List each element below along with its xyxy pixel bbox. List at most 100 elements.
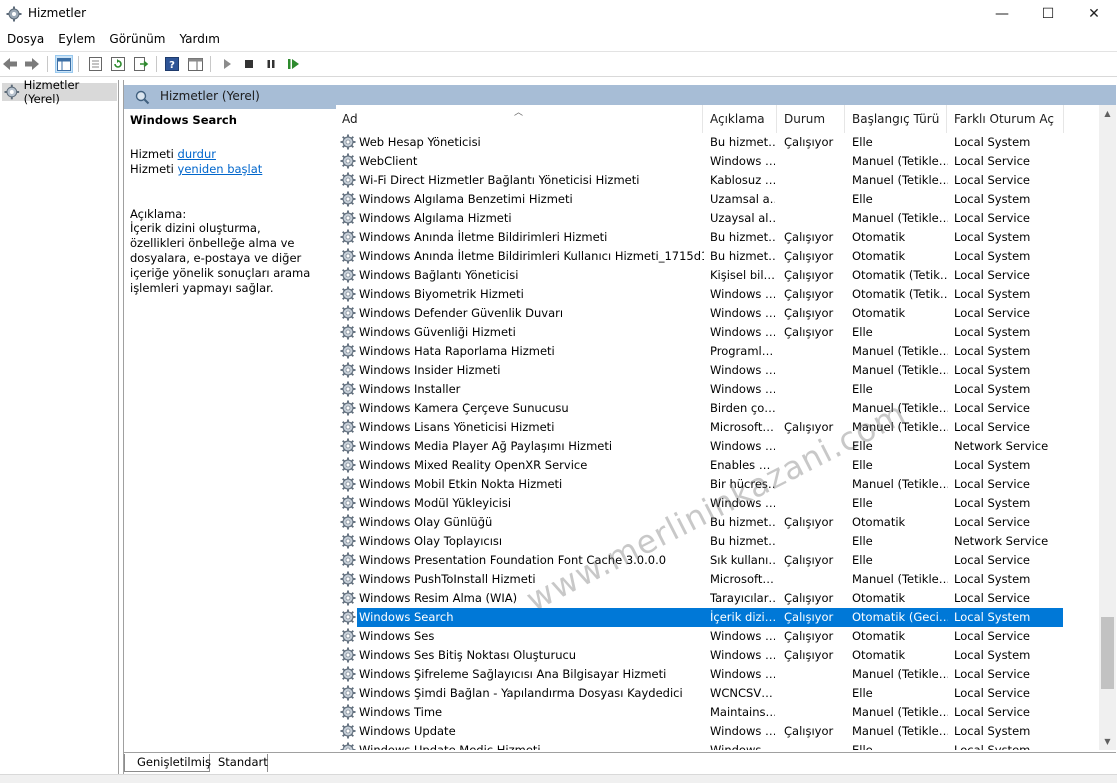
table-row[interactable]: Windows Update Windows … Çalışıyor Manuel (… <box>336 722 1101 741</box>
tab-standard[interactable]: Standart <box>212 754 268 772</box>
cell-name: Windows Media Player Ağ Paylaşımı Hizmet… <box>359 439 613 453</box>
table-row[interactable]: Windows Algılama Hizmeti Uzaysal al… Manue… <box>336 209 1101 228</box>
menu-yardim[interactable]: Yardım <box>172 30 226 50</box>
tree-item-services-local[interactable]: Hizmetler (Yerel) <box>2 78 117 106</box>
properties-icon[interactable] <box>86 55 104 73</box>
service-gear-icon <box>340 628 356 644</box>
svg-text:?: ? <box>169 60 175 71</box>
stop-service-link[interactable]: durdur <box>178 147 216 161</box>
table-row[interactable]: Windows Biyometrik Hizmeti Windows … Çalış… <box>336 285 1101 304</box>
cell-name: Windows Olay Günlüğü <box>359 515 493 529</box>
table-row[interactable]: Windows Presentation Foundation Font Cac… <box>336 551 1101 570</box>
table-row[interactable]: Wi-Fi Direct Hizmetler Bağlantı Yönetici… <box>336 171 1101 190</box>
table-row[interactable]: Windows Mixed Reality OpenXR Service Enab… <box>336 456 1101 475</box>
table-row[interactable]: Windows Resim Alma (WIA) Tarayıcılar… Çalı… <box>336 589 1101 608</box>
export-list-icon[interactable] <box>132 55 150 73</box>
column-divider[interactable] <box>844 105 845 133</box>
column-divider[interactable] <box>1063 105 1064 133</box>
table-row[interactable]: Windows Hata Raporlama Hizmeti Programl… M… <box>336 342 1101 361</box>
table-row[interactable]: Windows Kamera Çerçeve Sunucusu Birden ço… <box>336 399 1101 418</box>
table-row[interactable]: Windows Algılama Benzetimi Hizmeti Uzamsa… <box>336 190 1101 209</box>
pause-service-icon[interactable] <box>262 55 280 73</box>
restart-service-link[interactable]: yeniden başlat <box>178 162 263 176</box>
table-row[interactable]: Windows Ses Windows … Çalışıyor Otomatik Loc… <box>336 627 1101 646</box>
show-hide-icon[interactable] <box>186 55 204 73</box>
table-row[interactable]: Windows Güvenliği Hizmeti Windows … Çalışı… <box>336 323 1101 342</box>
action-prefix: Hizmeti <box>130 162 178 176</box>
column-header-status[interactable]: Durum <box>784 112 825 126</box>
column-divider[interactable] <box>776 105 777 133</box>
close-button[interactable]: ✕ <box>1071 0 1117 28</box>
column-divider[interactable] <box>946 105 947 133</box>
column-header-log-on-as[interactable]: Farklı Oturum Aç <box>954 112 1054 126</box>
table-row[interactable]: Windows Defender Güvenlik Duvarı Windows … <box>336 304 1101 323</box>
stop-service-icon[interactable] <box>240 55 258 73</box>
start-service-icon[interactable] <box>218 55 236 73</box>
menu-dosya[interactable]: Dosya <box>0 30 51 50</box>
scroll-up-icon[interactable]: ▲ <box>1099 105 1116 122</box>
table-row-selected[interactable]: Windows Search İçerik dizi… Çalışıyor Otoma… <box>336 608 1101 627</box>
cell-name: Windows Ses <box>359 629 435 643</box>
cell-name: Windows Bağlantı Yöneticisi <box>359 268 519 282</box>
column-header-name[interactable]: Ad <box>342 112 358 126</box>
table-row[interactable]: Windows Modül Yükleyicisi Windows … Elle Lo… <box>336 494 1101 513</box>
table-row[interactable]: Windows Insider Hizmeti Windows … Manuel (… <box>336 361 1101 380</box>
help-icon[interactable]: ? <box>163 55 181 73</box>
vertical-scrollbar[interactable]: ▲ ▼ <box>1099 105 1116 750</box>
column-header-startup-type[interactable]: Başlangıç Türü <box>852 112 939 126</box>
refresh-icon[interactable] <box>109 55 127 73</box>
menu-eylem[interactable]: Eylem <box>51 30 102 50</box>
minimize-button[interactable]: — <box>979 0 1025 28</box>
maximize-button[interactable]: ☐ <box>1025 0 1071 28</box>
table-row[interactable]: Windows Şimdi Bağlan - Yapılandırma Dosy… <box>336 684 1101 703</box>
cell-description: Windows … <box>710 648 775 662</box>
column-header-description[interactable]: Açıklama <box>710 112 765 126</box>
column-divider[interactable] <box>702 105 703 133</box>
service-gear-icon <box>340 400 356 416</box>
service-gear-icon <box>340 609 356 625</box>
table-row[interactable]: Windows Olay Günlüğü Bu hizmet… Çalışıyor O… <box>336 513 1101 532</box>
service-gear-icon <box>340 267 356 283</box>
table-row[interactable]: Windows Mobil Etkin Nokta Hizmeti Bir hüc… <box>336 475 1101 494</box>
table-row[interactable]: Windows Anında İletme Bildirimleri Kulla… <box>336 247 1101 266</box>
table-row[interactable]: Windows Time Maintains… Manuel (Tetikle… Lo… <box>336 703 1101 722</box>
table-row[interactable]: Web Hesap Yöneticisi Bu hizmet… Çalışıyor E… <box>336 133 1101 152</box>
service-gear-icon <box>340 723 356 739</box>
scroll-down-icon[interactable]: ▼ <box>1099 733 1116 750</box>
table-row[interactable]: WebClient Windows … Manuel (Tetikle… Local … <box>336 152 1101 171</box>
restart-service-icon[interactable] <box>285 55 303 73</box>
table-row[interactable]: Windows Ses Bitiş Noktası Oluşturucu Wind… <box>336 646 1101 665</box>
console-tree-icon[interactable] <box>55 55 73 73</box>
cell-description: Kişisel bil… <box>710 268 775 282</box>
tab-extended[interactable]: Genişletilmiş <box>124 754 211 772</box>
table-row[interactable]: Windows Lisans Yöneticisi Hizmeti Microso… <box>336 418 1101 437</box>
table-row[interactable]: Windows PushToInstall Hizmeti Microsoft… M… <box>336 570 1101 589</box>
table-row[interactable]: Windows Anında İletme Bildirimleri Hizme… <box>336 228 1101 247</box>
service-gear-icon <box>340 742 356 750</box>
forward-icon[interactable] <box>23 55 41 73</box>
back-icon[interactable] <box>1 55 19 73</box>
cell-description: İçerik dizi… <box>710 610 775 624</box>
cell-startup-type: Elle <box>852 135 873 149</box>
table-row[interactable]: Windows Olay Toplayıcısı Bu hizmet… Elle Ne… <box>336 532 1101 551</box>
table-row[interactable]: Windows Bağlantı Yöneticisi Kişisel bil… Ç… <box>336 266 1101 285</box>
menu-divider <box>0 51 1117 52</box>
cell-description: Birden ço… <box>710 401 775 415</box>
table-row[interactable]: Windows Update Medic Hizmeti Windows … Ell… <box>336 741 1101 750</box>
cell-startup-type: Otomatik <box>852 591 906 605</box>
cell-status: Çalışıyor <box>784 420 834 434</box>
cell-name: Windows Olay Toplayıcısı <box>359 534 503 548</box>
cell-startup-type: Otomatik <box>852 249 906 263</box>
cell-name: Windows Biyometrik Hizmeti <box>359 287 524 301</box>
cell-log-on-as: Local System <box>954 325 1031 339</box>
table-row[interactable]: Windows Media Player Ağ Paylaşımı Hizmet… <box>336 437 1101 456</box>
cell-description: Windows … <box>710 439 775 453</box>
service-description: İçerik dizini oluşturma, özellikleri önb… <box>130 221 311 295</box>
service-gear-icon <box>340 229 356 245</box>
table-row[interactable]: Windows Şifreleme Sağlayıcısı Ana Bilgis… <box>336 665 1101 684</box>
cell-description: Programl… <box>710 344 774 358</box>
cell-name: Windows Anında İletme Bildirimleri Hizme… <box>359 230 608 244</box>
menu-gorunum[interactable]: Görünüm <box>102 30 172 50</box>
table-row[interactable]: Windows Installer Windows … Elle Local Syst… <box>336 380 1101 399</box>
scrollbar-thumb[interactable] <box>1101 617 1114 689</box>
